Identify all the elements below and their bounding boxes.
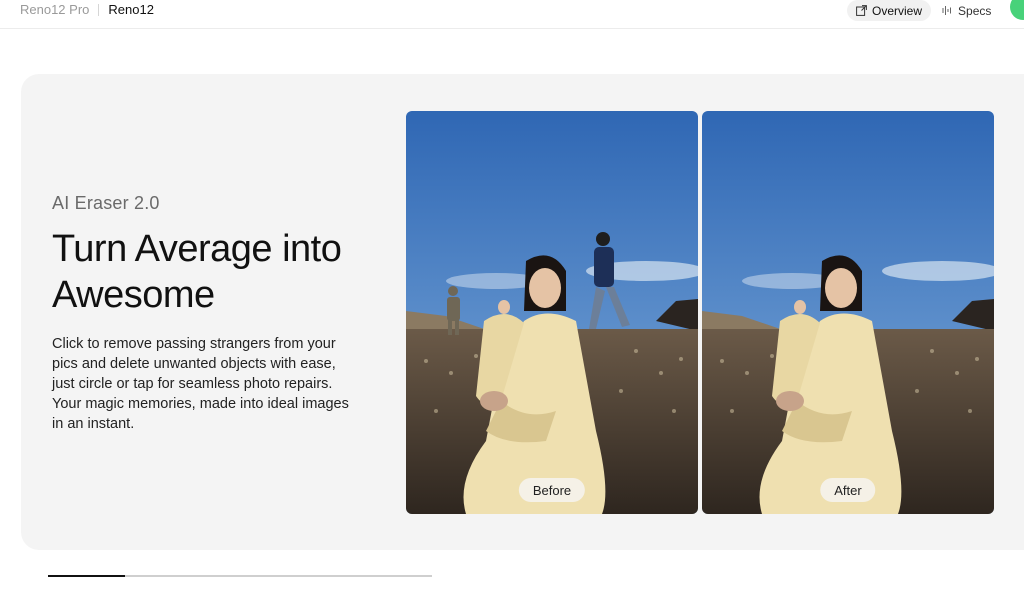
after-label[interactable]: After <box>820 478 876 502</box>
nav-divider <box>98 3 100 16</box>
top-nav: Reno12 Pro Reno12 Overview Specs <box>0 0 1024 29</box>
feature-eyebrow: AI Eraser 2.0 <box>52 193 160 213</box>
tab-overview-label: Overview <box>872 3 923 18</box>
model-link-reno12-pro[interactable]: Reno12 Pro <box>20 2 89 17</box>
before-label[interactable]: Before <box>518 478 586 502</box>
carousel-progress-fill <box>48 575 125 577</box>
feature-headline: Turn Average into Awesome <box>52 228 342 316</box>
after-photo: After <box>702 111 994 514</box>
buy-button[interactable] <box>1010 0 1024 20</box>
model-switcher: Reno12 Pro Reno12 <box>20 2 154 17</box>
model-current-reno12: Reno12 <box>108 2 154 17</box>
nav-tabs: Overview Specs <box>847 0 1000 21</box>
tab-overview[interactable]: Overview <box>847 0 932 21</box>
tab-specs-label: Specs <box>958 3 992 18</box>
after-photo-image <box>702 111 994 514</box>
specs-icon <box>942 6 952 15</box>
tab-specs[interactable]: Specs <box>933 0 1000 21</box>
carousel-progress[interactable] <box>48 575 432 577</box>
before-photo-image <box>406 111 698 514</box>
overview-icon <box>856 5 867 16</box>
before-photo: Before <box>406 111 698 514</box>
feature-description: Click to remove passing strangers from y… <box>52 336 349 432</box>
